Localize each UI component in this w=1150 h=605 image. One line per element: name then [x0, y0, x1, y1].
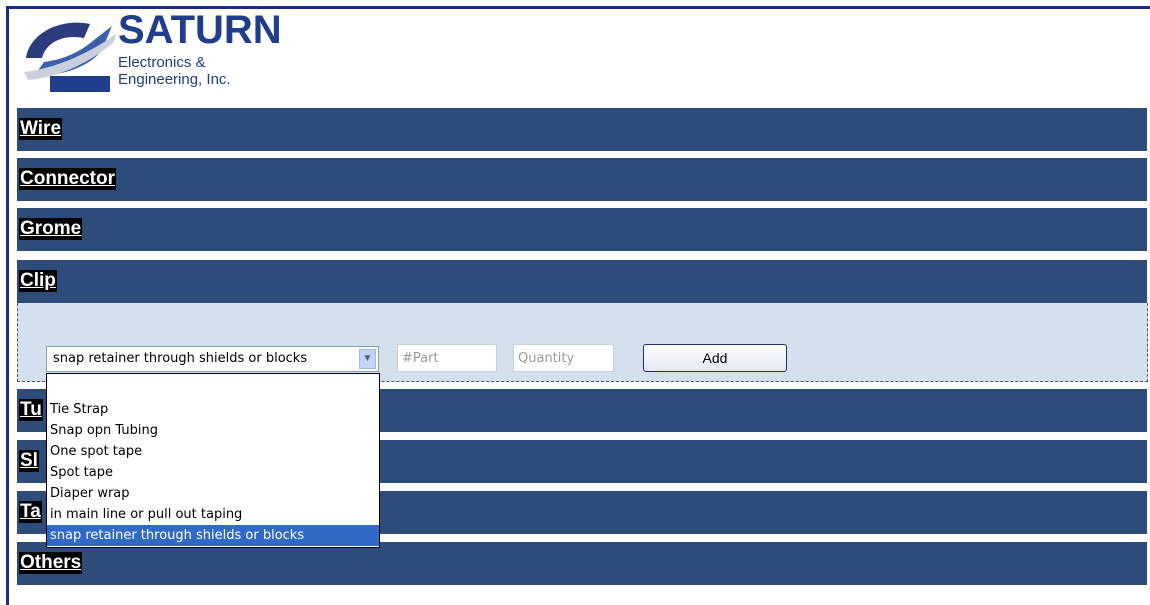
- dropdown-option[interactable]: One spot tape: [47, 441, 379, 462]
- saturn-logo-icon: [20, 14, 116, 94]
- category-bar-clip[interactable]: Clip: [17, 260, 1147, 303]
- category-bar-wire[interactable]: Wire: [17, 108, 1147, 151]
- category-link-wire[interactable]: Wire: [19, 118, 63, 140]
- dropdown-option[interactable]: Tie Strap: [47, 399, 379, 420]
- category-link-tubing[interactable]: Tu: [19, 399, 43, 421]
- clip-type-selected-value: snap retainer through shields or blocks: [53, 351, 308, 366]
- category-link-grome[interactable]: Grome: [19, 218, 83, 240]
- category-link-tape[interactable]: Ta: [19, 501, 42, 523]
- add-button[interactable]: Add: [643, 344, 787, 372]
- logo-subtitle-line2: Engineering, Inc.: [118, 71, 231, 88]
- clip-type-dropdown-list[interactable]: Tie Strap Snap opn Tubing One spot tape …: [46, 373, 380, 548]
- chevron-down-icon[interactable]: ▼: [359, 349, 376, 369]
- category-bar-connector[interactable]: Connector: [17, 158, 1147, 201]
- company-logo: SATURN Electronics & Engineering, Inc.: [20, 8, 282, 98]
- category-link-connector[interactable]: Connector: [19, 168, 116, 190]
- logo-subtitle: Electronics & Engineering, Inc.: [118, 54, 231, 88]
- category-link-sleeve[interactable]: Sl: [19, 450, 39, 472]
- dropdown-option[interactable]: Diaper wrap: [47, 483, 379, 504]
- dropdown-option[interactable]: in main line or pull out taping: [47, 504, 379, 525]
- category-bar-grome[interactable]: Grome: [17, 208, 1147, 251]
- page-frame-left: [6, 6, 9, 605]
- logo-subtitle-line1: Electronics &: [118, 54, 206, 71]
- dropdown-option[interactable]: Snap opn Tubing: [47, 420, 379, 441]
- category-link-clip[interactable]: Clip: [19, 270, 57, 292]
- clip-type-select[interactable]: snap retainer through shields or blocks …: [46, 346, 379, 372]
- dropdown-option-selected[interactable]: snap retainer through shields or blocks: [47, 525, 379, 546]
- quantity-input[interactable]: [513, 344, 614, 372]
- category-link-others[interactable]: Others: [19, 552, 83, 574]
- category-bar-others[interactable]: Others: [17, 542, 1147, 585]
- logo-title: SATURN: [118, 8, 282, 52]
- dropdown-option[interactable]: Spot tape: [47, 462, 379, 483]
- part-number-input[interactable]: [397, 344, 497, 372]
